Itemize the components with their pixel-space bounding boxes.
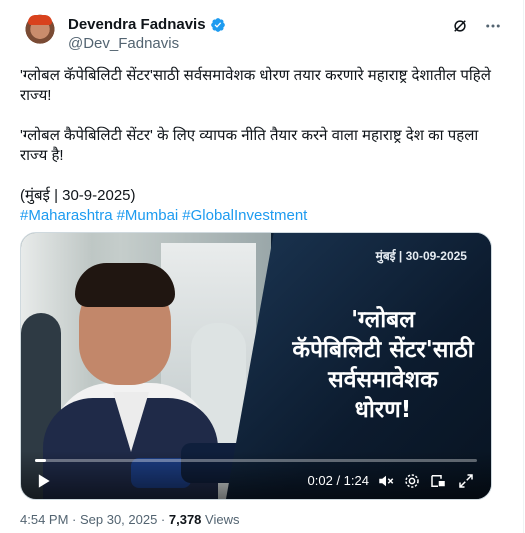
tweet-meta: 4:54 PM · Sep 30, 2025 · 7,378 Views	[20, 512, 239, 527]
video-title-line: 'ग्लोबल	[351, 307, 415, 333]
views-label: Views	[201, 512, 240, 527]
video-date-overlay: मुंबई | 30-09-2025	[375, 249, 467, 263]
grok-icon[interactable]	[451, 17, 469, 35]
video-time: 0:02 / 1:24	[307, 473, 369, 488]
tweet-text: 'ग्लोबल कॅपेबिलिटी सेंटर'साठी सर्वसमावेश…	[20, 66, 500, 226]
video-player[interactable]: मुंबई | 30-09-2025 'ग्लोबल कॅपेबिलिटी से…	[20, 232, 492, 500]
video-title-line: धोरण!	[354, 397, 412, 423]
view-count: 7,378	[168, 512, 202, 527]
tweet-header: Devendra Fadnavis @Dev_Fadnavis	[20, 12, 503, 56]
tweet-card: Devendra Fadnavis @Dev_Fadnavis 'ग्लोबल …	[0, 0, 524, 533]
author-handle[interactable]: @Dev_Fadnavis	[68, 35, 179, 53]
video-title-line: कॅपेबिलिटी सेंटर'साठी	[292, 337, 474, 363]
video-progress-fill	[35, 459, 46, 462]
tweet-timestamp[interactable]: 4:54 PM · Sep 30, 2025 ·	[20, 512, 169, 527]
picture-in-picture-icon[interactable]	[429, 472, 447, 490]
avatar[interactable]	[20, 14, 60, 54]
fullscreen-icon[interactable]	[457, 472, 475, 490]
video-title-line: सर्वसमावेशक	[328, 367, 438, 393]
hashtag-link[interactable]: #Mumbai	[117, 207, 179, 224]
settings-gear-icon[interactable]	[403, 472, 421, 490]
hashtag-link[interactable]: #GlobalInvestment	[182, 207, 307, 224]
more-options-icon[interactable]	[483, 16, 503, 36]
author-name-row: Devendra Fadnavis	[68, 16, 226, 34]
play-icon[interactable]	[33, 471, 53, 491]
tweet-line-marathi: 'ग्लोबल कॅपेबिलिटी सेंटर'साठी सर्वसमावेश…	[20, 67, 491, 104]
video-controls: 0:02 / 1:24	[21, 451, 491, 499]
mute-icon[interactable]	[377, 472, 395, 490]
verified-badge-icon[interactable]	[210, 17, 226, 33]
speaker-hair	[75, 263, 175, 307]
tweet-line-hindi: 'ग्लोबल कैपेबिलिटी सेंटर' के लिए व्यापक …	[20, 127, 479, 164]
hashtag-link[interactable]: #Maharashtra	[20, 207, 113, 224]
hashtags: #Maharashtra #Mumbai #GlobalInvestment	[20, 206, 500, 226]
video-progress-bar[interactable]	[35, 459, 477, 462]
author-name[interactable]: Devendra Fadnavis	[68, 16, 206, 34]
tweet-dateline: (मुंबई | 30-9-2025)	[20, 187, 136, 204]
video-title-overlay: 'ग्लोबल कॅपेबिलिटी सेंटर'साठी सर्वसमावेश…	[283, 305, 483, 425]
